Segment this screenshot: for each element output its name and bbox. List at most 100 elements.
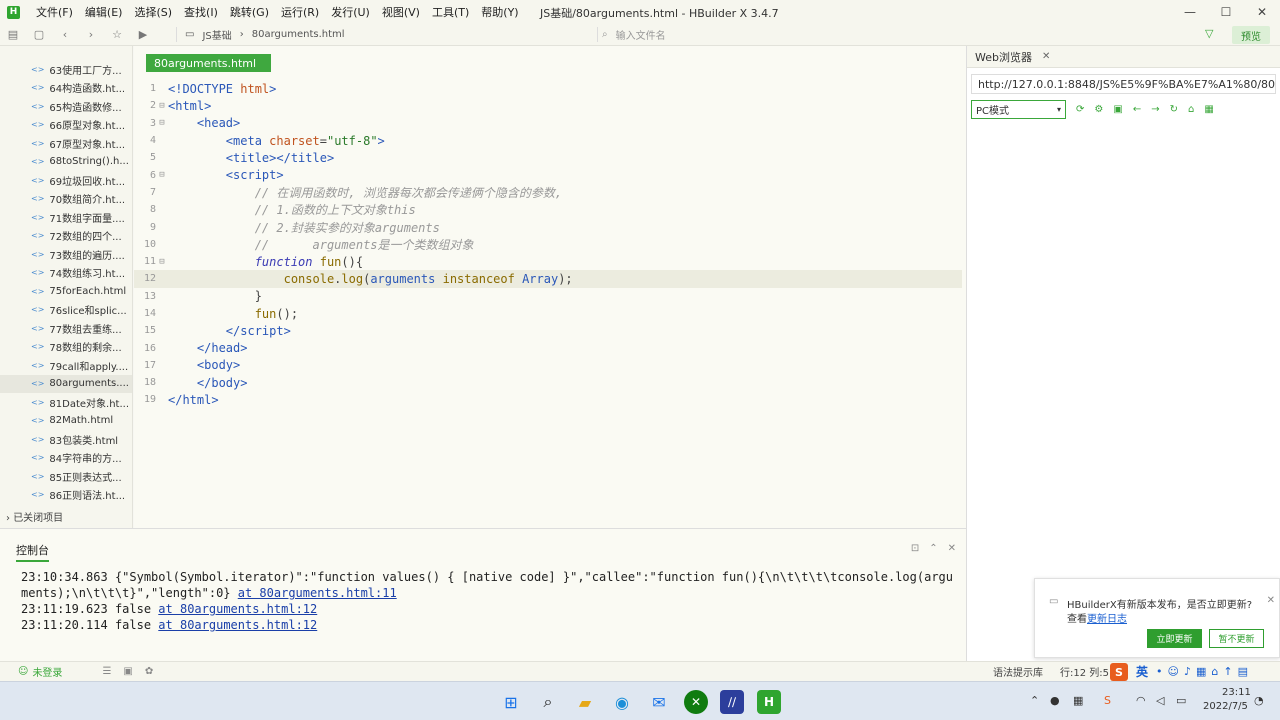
file-item[interactable]: <>71数组字面量.... [0, 208, 132, 227]
code-area[interactable]: 1<!DOCTYPE html> 2⊟<html> 3⊟ <head> 4 <m… [134, 80, 962, 409]
settings-icon[interactable]: ⚙ [1094, 104, 1103, 115]
refresh-page-icon[interactable]: ⟳ [1076, 104, 1084, 115]
changelog-link[interactable]: 更新日志 [1087, 614, 1127, 625]
update-now-button[interactable]: 立即更新 [1147, 629, 1202, 648]
code-line[interactable]: 8 // 1.函数的上下文对象this [134, 201, 962, 218]
browser-back-icon[interactable]: ← [1133, 104, 1141, 115]
code-line[interactable]: 2⊟<html> [134, 97, 962, 114]
run-icon[interactable]: ▶ [130, 28, 156, 41]
file-item[interactable]: <>67原型对象.ht... [0, 134, 132, 153]
app-icon[interactable]: ∕∕ [720, 690, 744, 714]
code-line[interactable]: 13 } [134, 288, 962, 305]
clock-time[interactable]: 23:11 [1222, 687, 1251, 698]
fold-icon[interactable]: ⊟ [156, 118, 168, 128]
code-line[interactable]: 3⊟ <head> [134, 115, 962, 132]
sogou-icon[interactable]: S [1104, 694, 1111, 707]
menu-run[interactable]: 运行(R) [275, 4, 325, 20]
file-item[interactable]: <>86正则语法.ht... [0, 486, 132, 505]
code-line[interactable]: 16 </head> [134, 339, 962, 356]
menu-find[interactable]: 查找(I) [178, 4, 224, 20]
menu-tools[interactable]: 工具(T) [426, 4, 475, 20]
volume-icon[interactable]: ◁ [1156, 694, 1164, 707]
file-item[interactable]: <>80arguments.... [0, 375, 132, 394]
back-icon[interactable]: ‹ [52, 28, 78, 41]
menu-select[interactable]: 选择(S) [128, 4, 178, 20]
file-item[interactable]: <>66原型对象.ht... [0, 116, 132, 135]
code-line[interactable]: 11⊟ function fun(){ [134, 253, 962, 270]
preview-button[interactable]: 预览 [1232, 26, 1270, 44]
file-item[interactable]: <>77数组去重练... [0, 319, 132, 338]
mail-icon[interactable]: ✉ [647, 690, 671, 714]
menu-file[interactable]: 文件(F) [30, 4, 79, 20]
update-later-button[interactable]: 暂不更新 [1209, 629, 1264, 648]
close-icon[interactable]: ✕ [1244, 0, 1280, 24]
file-item[interactable]: <>82Math.html [0, 412, 132, 431]
clock-date[interactable]: 2022/7/5 [1203, 701, 1248, 712]
code-line[interactable]: 7 // 在调用函数时, 浏览器每次都会传递俩个隐含的参数, [134, 184, 962, 201]
qq-icon[interactable]: ● [1050, 694, 1060, 707]
console-source-link[interactable]: at 80arguments.html:12 [158, 618, 317, 632]
code-line[interactable]: 17 <body> [134, 357, 962, 374]
menu-view[interactable]: 视图(V) [376, 4, 426, 20]
closed-projects[interactable]: › 已关闭项目 [0, 509, 63, 524]
wifi-icon[interactable]: ◠ [1136, 694, 1146, 707]
show-hidden-icons-icon[interactable]: ⌃ [1030, 694, 1039, 707]
console-source-link[interactable]: at 80arguments.html:11 [238, 586, 397, 600]
outline-icon[interactable]: ☰ [102, 666, 111, 677]
code-line[interactable]: 19</html> [134, 391, 962, 408]
editor-tab[interactable]: 80arguments.html [146, 54, 271, 72]
search-icon[interactable]: ⌕ [536, 690, 560, 714]
fold-icon[interactable]: ⊟ [156, 170, 168, 180]
menu-edit[interactable]: 编辑(E) [79, 4, 129, 20]
qrcode-icon[interactable]: ▦ [1204, 104, 1213, 115]
browser-forward-icon[interactable]: → [1151, 104, 1159, 115]
notification-close-icon[interactable]: ✕ [1267, 595, 1275, 606]
code-line[interactable]: 10 // arguments是一个类数组对象 [134, 236, 962, 253]
code-line[interactable]: 6⊟ <script> [134, 166, 962, 183]
breadcrumb-project[interactable]: JS基础 [202, 27, 231, 42]
fold-icon[interactable]: ⊟ [156, 257, 168, 267]
ime-toolbar-icons[interactable]: •☺♪▦⌂↑▤ [1156, 665, 1253, 678]
browser-tab-close-icon[interactable]: ✕ [1042, 51, 1050, 62]
minimize-icon[interactable]: — [1172, 0, 1208, 24]
syntax-hint[interactable]: 语法提示库 [993, 664, 1043, 679]
file-search-input[interactable]: 输入文件名 [616, 27, 666, 42]
code-line[interactable]: 14 fun(); [134, 305, 962, 322]
star-icon[interactable]: ☆ [104, 28, 130, 41]
battery-icon[interactable]: ▭ [1176, 694, 1186, 707]
file-item[interactable]: <>85正则表达式... [0, 467, 132, 486]
file-item[interactable]: <>78数组的剩余... [0, 338, 132, 357]
code-line[interactable]: 5 <title></title> [134, 149, 962, 166]
code-line[interactable]: 15 </script> [134, 322, 962, 339]
maximize-icon[interactable]: ☐ [1208, 0, 1244, 24]
code-line[interactable]: 1<!DOCTYPE html> [134, 80, 962, 97]
console-title[interactable]: 控制台 [16, 542, 49, 562]
code-editor[interactable]: 80arguments.html 1<!DOCTYPE html> 2⊟<htm… [134, 46, 966, 528]
ime-icon[interactable]: S [1110, 663, 1128, 681]
file-item[interactable]: <>65构造函数修... [0, 97, 132, 116]
file-item[interactable]: <>83包装类.html [0, 430, 132, 449]
file-item[interactable]: <>69垃圾回收.ht... [0, 171, 132, 190]
file-item[interactable]: <>72数组的四个... [0, 227, 132, 246]
clear-console-icon[interactable]: ⊡ [911, 543, 919, 554]
console-source-link[interactable]: at 80arguments.html:12 [158, 602, 317, 616]
code-line-current[interactable]: 12 console.log(arguments instanceof Arra… [134, 270, 962, 287]
xbox-icon[interactable]: ✕ [684, 690, 708, 714]
plugin-icon[interactable]: ✿ [145, 666, 153, 677]
code-line[interactable]: 9 // 2.封装实参的对象arguments [134, 218, 962, 235]
menu-help[interactable]: 帮助(Y) [475, 4, 524, 20]
code-line[interactable]: 18 </body> [134, 374, 962, 391]
screenshot-icon[interactable]: ▣ [1113, 104, 1122, 115]
filter-icon[interactable]: ▽ [1205, 27, 1213, 40]
edge-browser-icon[interactable]: ◉ [610, 690, 634, 714]
cursor-position[interactable]: 行:12 列:5 [1060, 664, 1109, 679]
terminal-icon[interactable]: ▣ [123, 666, 132, 677]
menu-goto[interactable]: 跳转(G) [224, 4, 275, 20]
file-item[interactable]: <>68toString().h... [0, 153, 132, 172]
code-line[interactable]: 4 <meta charset="utf-8"> [134, 132, 962, 149]
windows-start-icon[interactable]: ⊞ [499, 690, 523, 714]
file-item[interactable]: <>75forEach.html [0, 282, 132, 301]
file-item[interactable]: <>63使用工厂方... [0, 60, 132, 79]
fold-icon[interactable]: ⊟ [156, 101, 168, 111]
ime-mode[interactable]: 英 [1136, 663, 1148, 680]
